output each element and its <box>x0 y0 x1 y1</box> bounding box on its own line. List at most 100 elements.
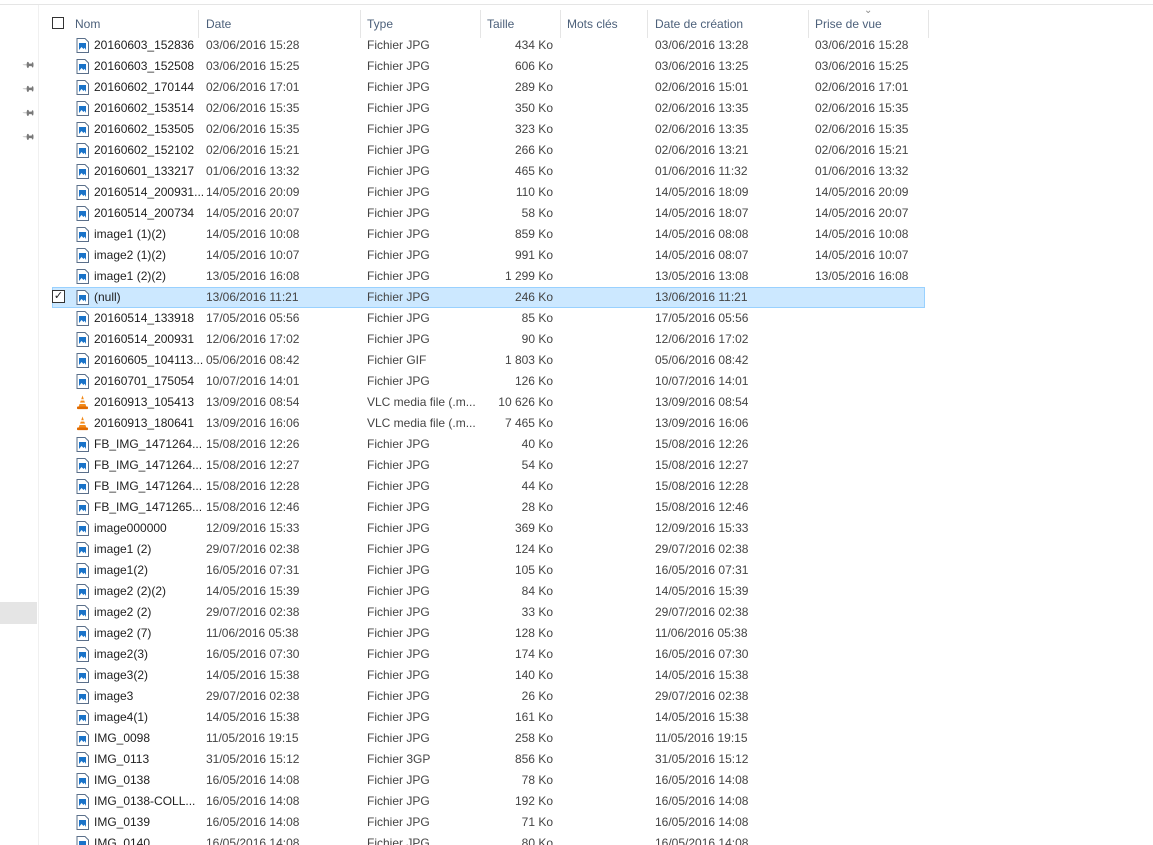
column-header-name[interactable]: Nom <box>75 10 100 38</box>
file-name[interactable]: image3(2) <box>94 665 148 686</box>
column-header-type[interactable]: Type <box>367 10 393 38</box>
file-name[interactable]: image1 (1)(2) <box>94 224 166 245</box>
file-name[interactable]: 20160602_152102 <box>94 140 194 161</box>
table-row[interactable]: image1(2) 16/05/2016 07:31 Fichier JPG 105 … <box>38 560 933 581</box>
file-name[interactable]: 20160701_175054 <box>94 371 194 392</box>
column-divider[interactable] <box>928 10 929 38</box>
table-row[interactable]: image2 (1)(2) 14/05/2016 10:07 Fichier JPG… <box>38 245 933 266</box>
table-row[interactable]: FB_IMG_1471264... 15/08/2016 12:26 Fichier… <box>38 434 933 455</box>
table-row[interactable]: image3 29/07/2016 02:38 Fichier JPG 26 Ko 29… <box>38 686 933 707</box>
table-row[interactable]: 20160602_153505 02/06/2016 15:35 Fichier J… <box>38 119 933 140</box>
column-divider[interactable] <box>480 10 481 38</box>
table-row[interactable]: image2(3) 16/05/2016 07:30 Fichier JPG 174 … <box>38 644 933 665</box>
file-name[interactable]: 20160603_152836 <box>94 35 194 56</box>
column-header-taken[interactable]: Prise de vue <box>815 10 882 38</box>
table-row[interactable]: image1 (2) 29/07/2016 02:38 Fichier JPG 124… <box>38 539 933 560</box>
select-all-checkbox[interactable] <box>52 17 64 29</box>
file-name[interactable]: IMG_0098 <box>94 728 150 749</box>
table-row[interactable]: 20160603_152508 03/06/2016 15:25 Fichier J… <box>38 56 933 77</box>
pin-icon[interactable]: 🖈︎ <box>21 129 38 146</box>
file-name[interactable]: 20160514_200931... <box>94 182 204 203</box>
table-row[interactable]: 20160514_200734 14/05/2016 20:07 Fichier J… <box>38 203 933 224</box>
file-name[interactable]: FB_IMG_1471264... <box>94 476 202 497</box>
table-row[interactable]: 20160913_180641 13/09/2016 16:06 VLC media… <box>38 413 933 434</box>
pin-icon[interactable]: 🖈︎ <box>21 57 38 74</box>
file-name[interactable]: image2(3) <box>94 644 148 665</box>
table-row[interactable]: 20160514_133918 17/05/2016 05:56 Fichier J… <box>38 308 933 329</box>
column-divider[interactable] <box>647 10 648 38</box>
file-name[interactable]: 20160603_152508 <box>94 56 194 77</box>
table-row[interactable]: image1 (2)(2) 13/05/2016 16:08 Fichier JPG… <box>38 266 933 287</box>
file-name[interactable]: IMG_0138 <box>94 770 150 791</box>
file-name[interactable]: 20160605_104113... <box>94 350 203 371</box>
table-row[interactable]: FB_IMG_1471264... 15/08/2016 12:27 Fichier… <box>38 455 933 476</box>
table-row[interactable]: image000000 12/09/2016 15:33 Fichier JPG 36… <box>38 518 933 539</box>
file-name[interactable]: image2 (7) <box>94 623 151 644</box>
file-list[interactable]: 20160603_152836 03/06/2016 15:28 Fichier J… <box>38 35 933 845</box>
pin-icon[interactable]: 🖈︎ <box>21 105 38 122</box>
table-row[interactable]: 20160605_104113... 05/06/2016 08:42 Fichie… <box>38 350 933 371</box>
file-name[interactable]: 20160913_180641 <box>94 413 194 434</box>
table-row[interactable]: FB_IMG_1471264... 15/08/2016 12:28 Fichier… <box>38 476 933 497</box>
column-divider[interactable] <box>198 10 199 38</box>
table-row[interactable]: IMG_0139 16/05/2016 14:08 Fichier JPG 71 Ko… <box>38 812 933 833</box>
table-row[interactable]: image2 (2) 29/07/2016 02:38 Fichier JPG 33 … <box>38 602 933 623</box>
table-row[interactable]: 20160514_200931... 14/05/2016 20:09 Fichie… <box>38 182 933 203</box>
table-row[interactable]: image2 (7) 11/06/2016 05:38 Fichier JPG 128… <box>38 623 933 644</box>
file-name[interactable]: image2 (2) <box>94 602 151 623</box>
file-name[interactable]: image3 <box>94 686 133 707</box>
column-header-date[interactable]: Date <box>206 10 231 38</box>
table-row[interactable]: 20160603_152836 03/06/2016 15:28 Fichier J… <box>38 35 933 56</box>
column-header-created[interactable]: Date de création <box>655 10 743 38</box>
file-name[interactable]: IMG_0138-COLL... <box>94 791 195 812</box>
file-name[interactable]: image1(2) <box>94 560 148 581</box>
table-row[interactable]: 20160602_152102 02/06/2016 15:21 Fichier J… <box>38 140 933 161</box>
file-name[interactable]: 20160602_170144 <box>94 77 194 98</box>
file-name[interactable]: IMG_0113 <box>94 749 149 770</box>
row-checkbox[interactable]: ✓ <box>52 290 65 303</box>
file-name[interactable]: 20160514_200931 <box>94 329 194 350</box>
pin-icon[interactable]: 🖈︎ <box>21 81 38 98</box>
file-name[interactable]: image1 (2)(2) <box>94 266 166 287</box>
navigation-pane[interactable]: 🖈︎ 🖈︎ 🖈︎ 🖈︎ <box>0 5 39 845</box>
file-name[interactable]: 20160913_105413 <box>94 392 194 413</box>
file-name[interactable]: 20160514_133918 <box>94 308 194 329</box>
file-name[interactable]: 20160514_200734 <box>94 203 194 224</box>
file-name[interactable]: image4(1) <box>94 707 148 728</box>
file-name[interactable]: IMG_0140 <box>94 833 150 845</box>
file-name[interactable]: (null) <box>94 287 121 308</box>
table-row[interactable]: image4(1) 14/05/2016 15:38 Fichier JPG 161 … <box>38 707 933 728</box>
table-row[interactable]: image1 (1)(2) 14/05/2016 10:08 Fichier JPG… <box>38 224 933 245</box>
table-row[interactable]: image3(2) 14/05/2016 15:38 Fichier JPG 140 … <box>38 665 933 686</box>
file-name[interactable]: IMG_0139 <box>94 812 150 833</box>
table-row[interactable]: 20160602_170144 02/06/2016 17:01 Fichier J… <box>38 77 933 98</box>
table-row[interactable]: IMG_0140 16/05/2016 14:08 Fichier JPG 80 Ko… <box>38 833 933 845</box>
table-row[interactable]: 20160601_133217 01/06/2016 13:32 Fichier J… <box>38 161 933 182</box>
column-divider[interactable] <box>560 10 561 38</box>
table-row[interactable]: FB_IMG_1471265... 15/08/2016 12:46 Fichier… <box>38 497 933 518</box>
table-row[interactable]: 20160701_175054 10/07/2016 14:01 Fichier J… <box>38 371 933 392</box>
table-row[interactable]: IMG_0138 16/05/2016 14:08 Fichier JPG 78 Ko… <box>38 770 933 791</box>
column-divider[interactable] <box>808 10 809 38</box>
file-name[interactable]: 20160602_153505 <box>94 119 194 140</box>
file-name[interactable]: FB_IMG_1471264... <box>94 434 202 455</box>
file-name[interactable]: 20160601_133217 <box>94 161 194 182</box>
table-row[interactable]: IMG_0098 11/05/2016 19:15 Fichier JPG 258 K… <box>38 728 933 749</box>
column-header-tags[interactable]: Mots clés <box>567 10 618 38</box>
table-row[interactable]: 20160514_200931 12/06/2016 17:02 Fichier J… <box>38 329 933 350</box>
nav-selected-item[interactable] <box>0 602 37 624</box>
column-header-size[interactable]: Taille <box>487 10 514 38</box>
file-name[interactable]: image2 (1)(2) <box>94 245 166 266</box>
file-name[interactable]: 20160602_153514 <box>94 98 194 119</box>
table-row[interactable]: IMG_0113 31/05/2016 15:12 Fichier 3GP 856 K… <box>38 749 933 770</box>
table-row[interactable]: image2 (2)(2) 14/05/2016 15:39 Fichier JPG… <box>38 581 933 602</box>
file-name[interactable]: image2 (2)(2) <box>94 581 166 602</box>
table-row[interactable]: IMG_0138-COLL... 16/05/2016 14:08 Fichier … <box>38 791 933 812</box>
table-row[interactable]: 20160602_153514 02/06/2016 15:35 Fichier J… <box>38 98 933 119</box>
file-name[interactable]: FB_IMG_1471265... <box>94 497 202 518</box>
file-name[interactable]: image1 (2) <box>94 539 151 560</box>
table-row-selected[interactable]: ✓ (null) 13/06/2016 11:21 Fichier JPG 246 Ko… <box>52 287 925 308</box>
column-divider[interactable] <box>360 10 361 38</box>
file-name[interactable]: image000000 <box>94 518 167 539</box>
table-row[interactable]: 20160913_105413 13/09/2016 08:54 VLC media… <box>38 392 933 413</box>
